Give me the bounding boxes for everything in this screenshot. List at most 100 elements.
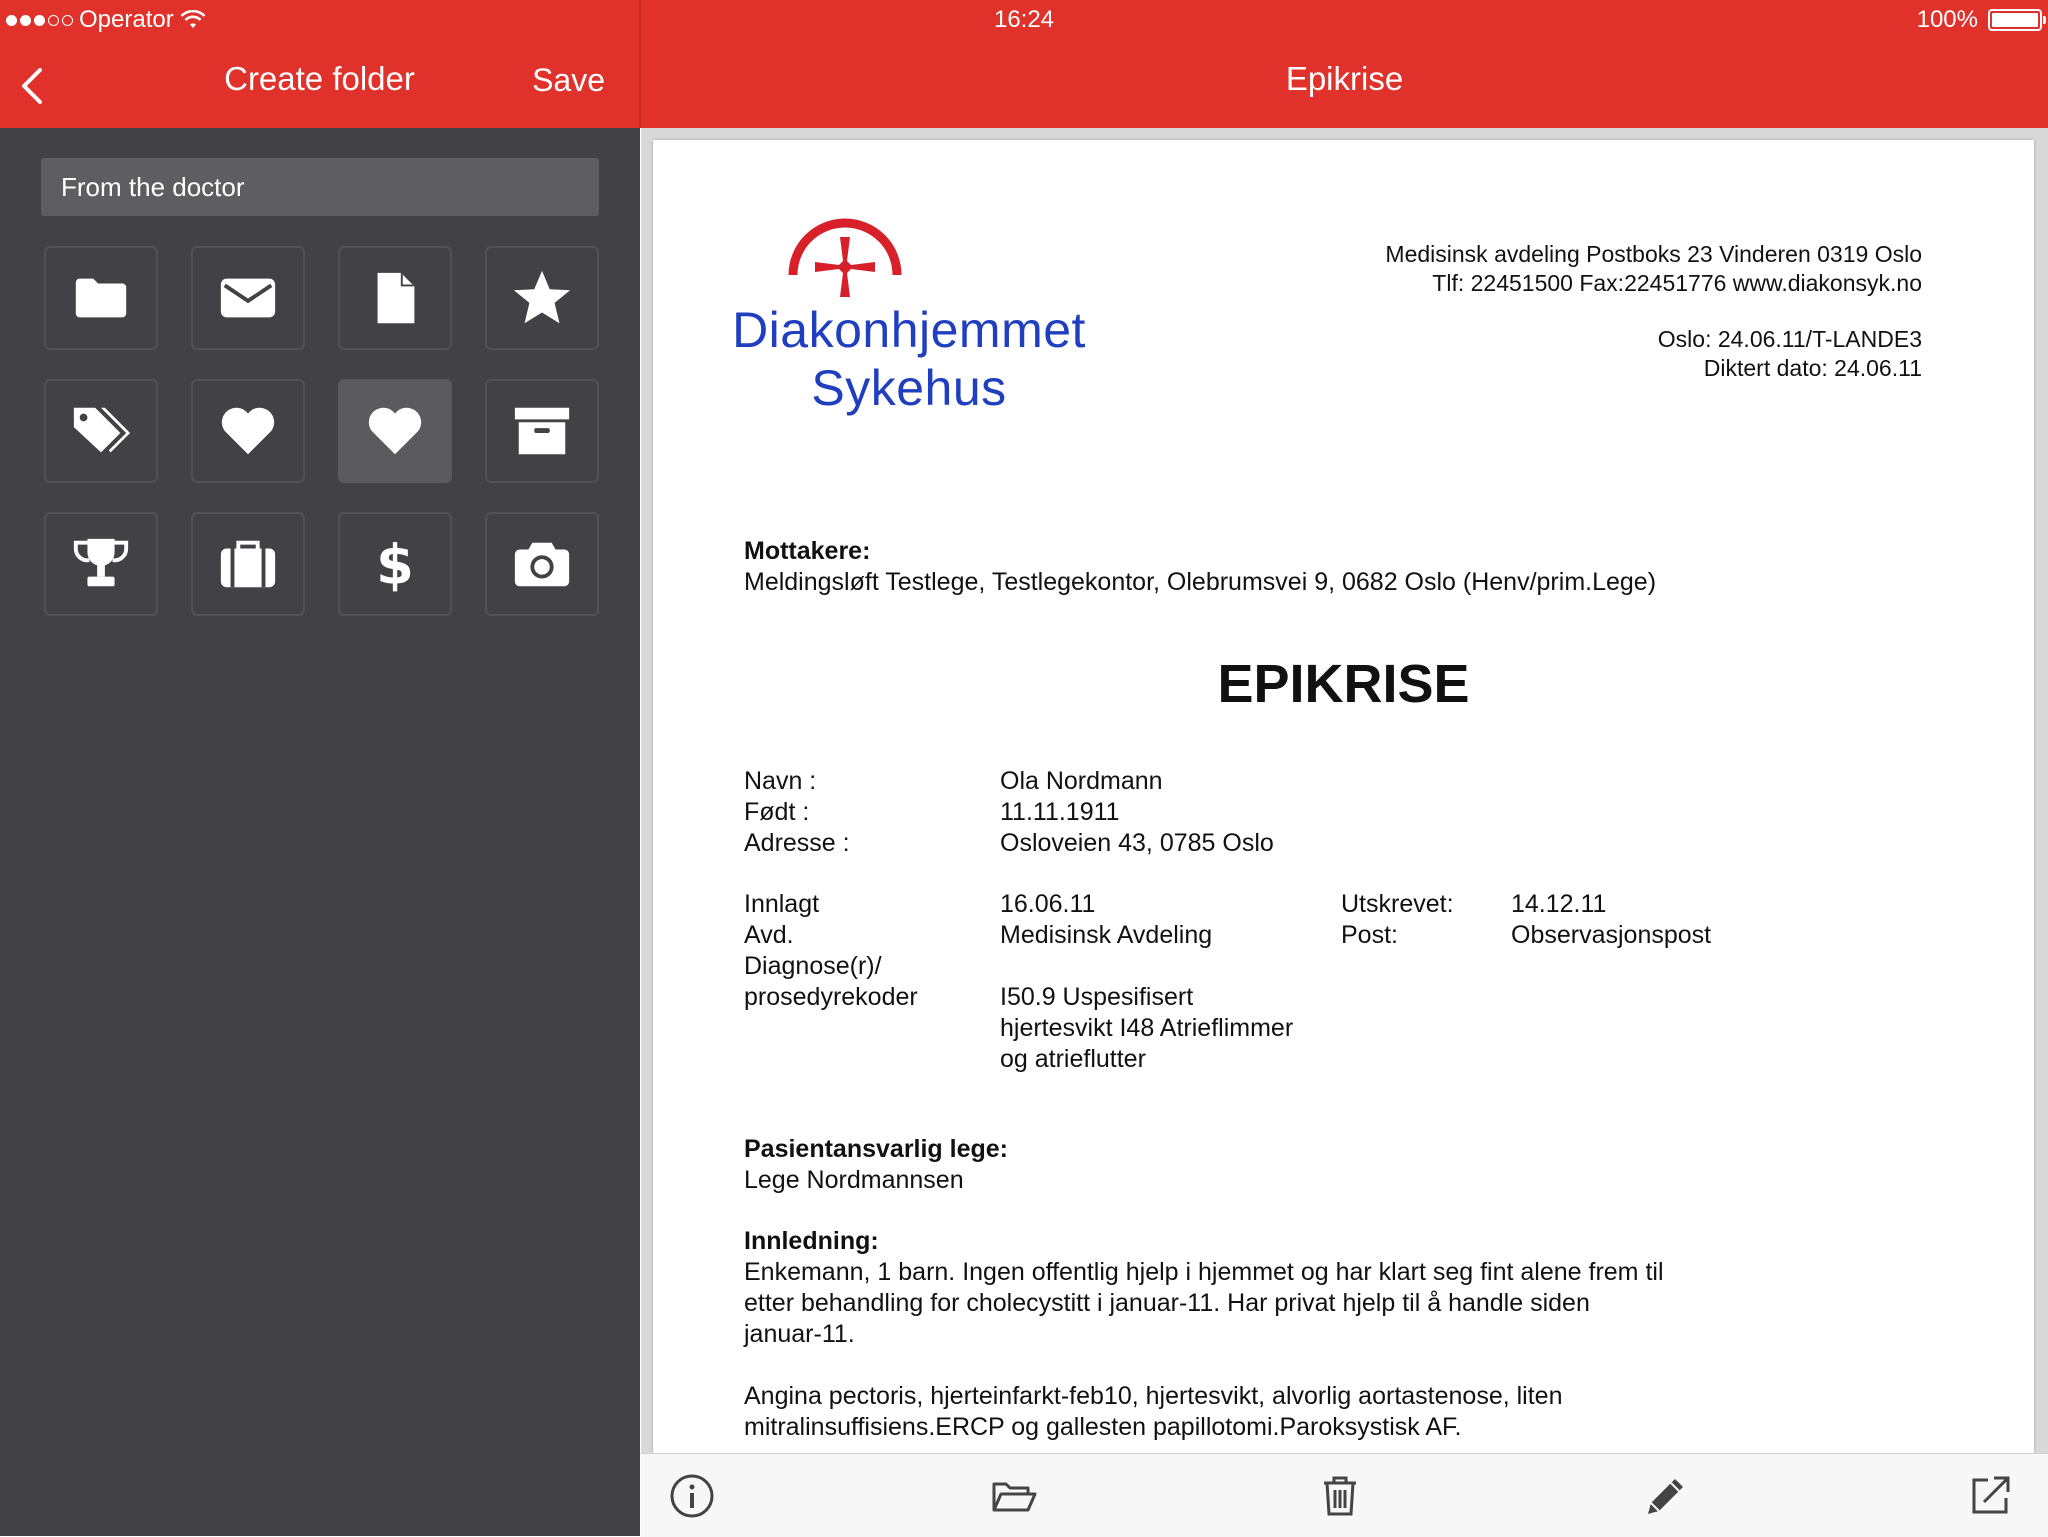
info-button[interactable] [668, 1472, 716, 1520]
contact-line: Tlf: 22451500 Fax:22451776 www.diakonsyk… [1432, 270, 1922, 296]
camera-icon-option[interactable] [485, 512, 599, 616]
discharge-values: 14.12.11 Observasjonspost [1511, 889, 1711, 951]
document-viewer[interactable]: Diakonhjemmet Sykehus Medisinsk avdeling… [641, 128, 2048, 1453]
contact-line: Medisinsk avdeling Postboks 23 Vinderen … [1385, 241, 1922, 267]
briefcase-icon-option[interactable] [191, 512, 305, 616]
intro-section: Innledning: Enkemann, 1 barn. Ingen offe… [744, 1226, 1664, 1350]
diagnosis-line: hjertesvikt I48 Atrieflimmer [1000, 1014, 1294, 1042]
heart-icon [221, 407, 275, 455]
address-label: Adresse : [744, 829, 850, 857]
folder-icon-option[interactable] [44, 246, 158, 350]
diagnosis-label: prosedyrekoder [744, 983, 918, 1011]
diagnosis-line: og atrieflutter [1000, 1045, 1146, 1073]
move-to-folder-button[interactable] [990, 1472, 1038, 1520]
delete-button[interactable] [1316, 1472, 1364, 1520]
discharge-labels: Utskrevet: Post: [1341, 889, 1454, 951]
trash-icon [1324, 1476, 1356, 1516]
history-section: Angina pectoris, hjerteinfarkt-feb10, hj… [744, 1381, 1562, 1443]
patient-labels: Navn : Født : Adresse : [744, 766, 850, 859]
create-folder-panel: From the doctor $ [0, 128, 640, 1536]
patient-born: 11.11.1911 [1000, 798, 1120, 826]
document-title: Epikrise [1285, 60, 1404, 97]
logo-line1: Diakonhjemmet [732, 302, 1086, 358]
document-toolbar [641, 1453, 2048, 1537]
camera-icon [514, 542, 570, 587]
share-button[interactable] [1966, 1472, 2014, 1520]
diagnosis-line: I50.9 Uspesifisert [1000, 983, 1194, 1011]
document-heading: EPIKRISE [1217, 654, 1470, 714]
post-value: Observasjonspost [1511, 921, 1712, 949]
status-right: 100% [1916, 6, 2046, 34]
save-button[interactable]: Save [532, 62, 605, 99]
folder-icon [75, 278, 127, 318]
admission-labels: Innlagt Avd. Diagnose(r)/ prosedyrekoder [744, 889, 918, 1013]
discharged-date: 14.12.11 [1511, 890, 1607, 918]
name-label: Navn : [744, 767, 817, 795]
patient-address: Osloveien 43, 0785 Oslo [1000, 829, 1274, 857]
doctor-section: Pasientansvarlig lege: Lege Nordmannsen [744, 1134, 1008, 1196]
info-icon [670, 1474, 714, 1518]
heart-icon-option[interactable] [191, 379, 305, 483]
recipients-section: Mottakere: Meldingsløft Testlege, Testle… [744, 536, 1656, 598]
diagnosis-label: Diagnose(r)/ [744, 952, 882, 980]
heart-icon-option-selected[interactable] [338, 379, 452, 483]
intro-label: Innledning: [744, 1227, 879, 1255]
dictated-date: Diktert dato: 24.06.11 [1703, 355, 1922, 381]
admission-values: 16.06.11 Medisinsk Avdeling I50.9 Uspesi… [1000, 889, 1293, 1075]
document-page: Diakonhjemmet Sykehus Medisinsk avdeling… [653, 140, 2034, 1453]
archive-icon [514, 407, 570, 455]
intro-line: etter behandling for cholecystitt i janu… [744, 1289, 1590, 1317]
cross-emblem-icon [788, 218, 902, 297]
doctor-label: Pasientansvarlig lege: [744, 1135, 1009, 1163]
envelope-icon [220, 278, 276, 318]
dept-label: Avd. [744, 921, 794, 949]
file-icon-option[interactable] [338, 246, 452, 350]
edit-button[interactable] [1642, 1472, 1690, 1520]
intro-line: Enkemann, 1 barn. Ingen offentlig hjelp … [744, 1258, 1664, 1286]
tags-icon-option[interactable] [44, 379, 158, 483]
admitted-label: Innlagt [744, 890, 820, 918]
envelope-icon-option[interactable] [191, 246, 305, 350]
heart-icon [368, 407, 422, 455]
recipients-text: Meldingsløft Testlege, Testlegekontor, O… [744, 568, 1657, 596]
patient-name: Ola Nordmann [1000, 767, 1163, 795]
intro-line: januar-11. [744, 1320, 855, 1348]
history-line: mitralinsuffisiens.ERCP og gallesten pap… [744, 1413, 1462, 1441]
trophy-icon-option[interactable] [44, 512, 158, 616]
left-nav-bar: Create folder Save [0, 42, 639, 128]
folder-name-input[interactable]: From the doctor [41, 158, 599, 216]
star-icon [513, 270, 571, 324]
dollar-icon: $ [376, 533, 414, 595]
folder-open-icon [992, 1482, 1037, 1512]
date-line: Oslo: 24.06.11/T-LANDE3 [1657, 326, 1922, 352]
history-line: Angina pectoris, hjerteinfarkt-feb10, hj… [744, 1382, 1563, 1410]
tags-icon [73, 407, 131, 453]
recipients-label: Mottakere: [744, 537, 871, 565]
hospital-logo: Diakonhjemmet Sykehus [731, 215, 1091, 417]
logo-text: Diakonhjemmet Sykehus [731, 301, 1087, 417]
right-nav-bar: Epikrise [641, 42, 2048, 128]
star-icon-option[interactable] [485, 246, 599, 350]
status-bar: Operator 16:24 100% [0, 0, 2048, 42]
admitted-date: 16.06.11 [1000, 890, 1096, 918]
trophy-icon [73, 538, 129, 587]
archive-icon-option[interactable] [485, 379, 599, 483]
post-label: Post: [1341, 921, 1398, 949]
doctor-name: Lege Nordmannsen [744, 1166, 964, 1194]
svg-text:$: $ [376, 533, 414, 595]
discharged-label: Utskrevet: [1341, 890, 1454, 918]
logo-line2: Sykehus [811, 360, 1007, 416]
battery-icon [1988, 9, 2046, 31]
folder-icon-grid: $ [44, 246, 599, 616]
briefcase-icon [220, 540, 276, 588]
status-time: 16:24 [993, 6, 1055, 33]
hospital-contact: Medisinsk avdeling Postboks 23 Vinderen … [1385, 240, 1922, 383]
department: Medisinsk Avdeling [1000, 921, 1213, 949]
pencil-icon [1648, 1479, 1683, 1514]
battery-percent: 100% [1916, 6, 1978, 33]
born-label: Født : [744, 798, 810, 826]
dollar-icon-option[interactable]: $ [338, 512, 452, 616]
file-icon [377, 272, 415, 324]
patient-values: Ola Nordmann 11.11.1911 Osloveien 43, 07… [1000, 766, 1274, 859]
share-icon [1972, 1476, 2010, 1514]
